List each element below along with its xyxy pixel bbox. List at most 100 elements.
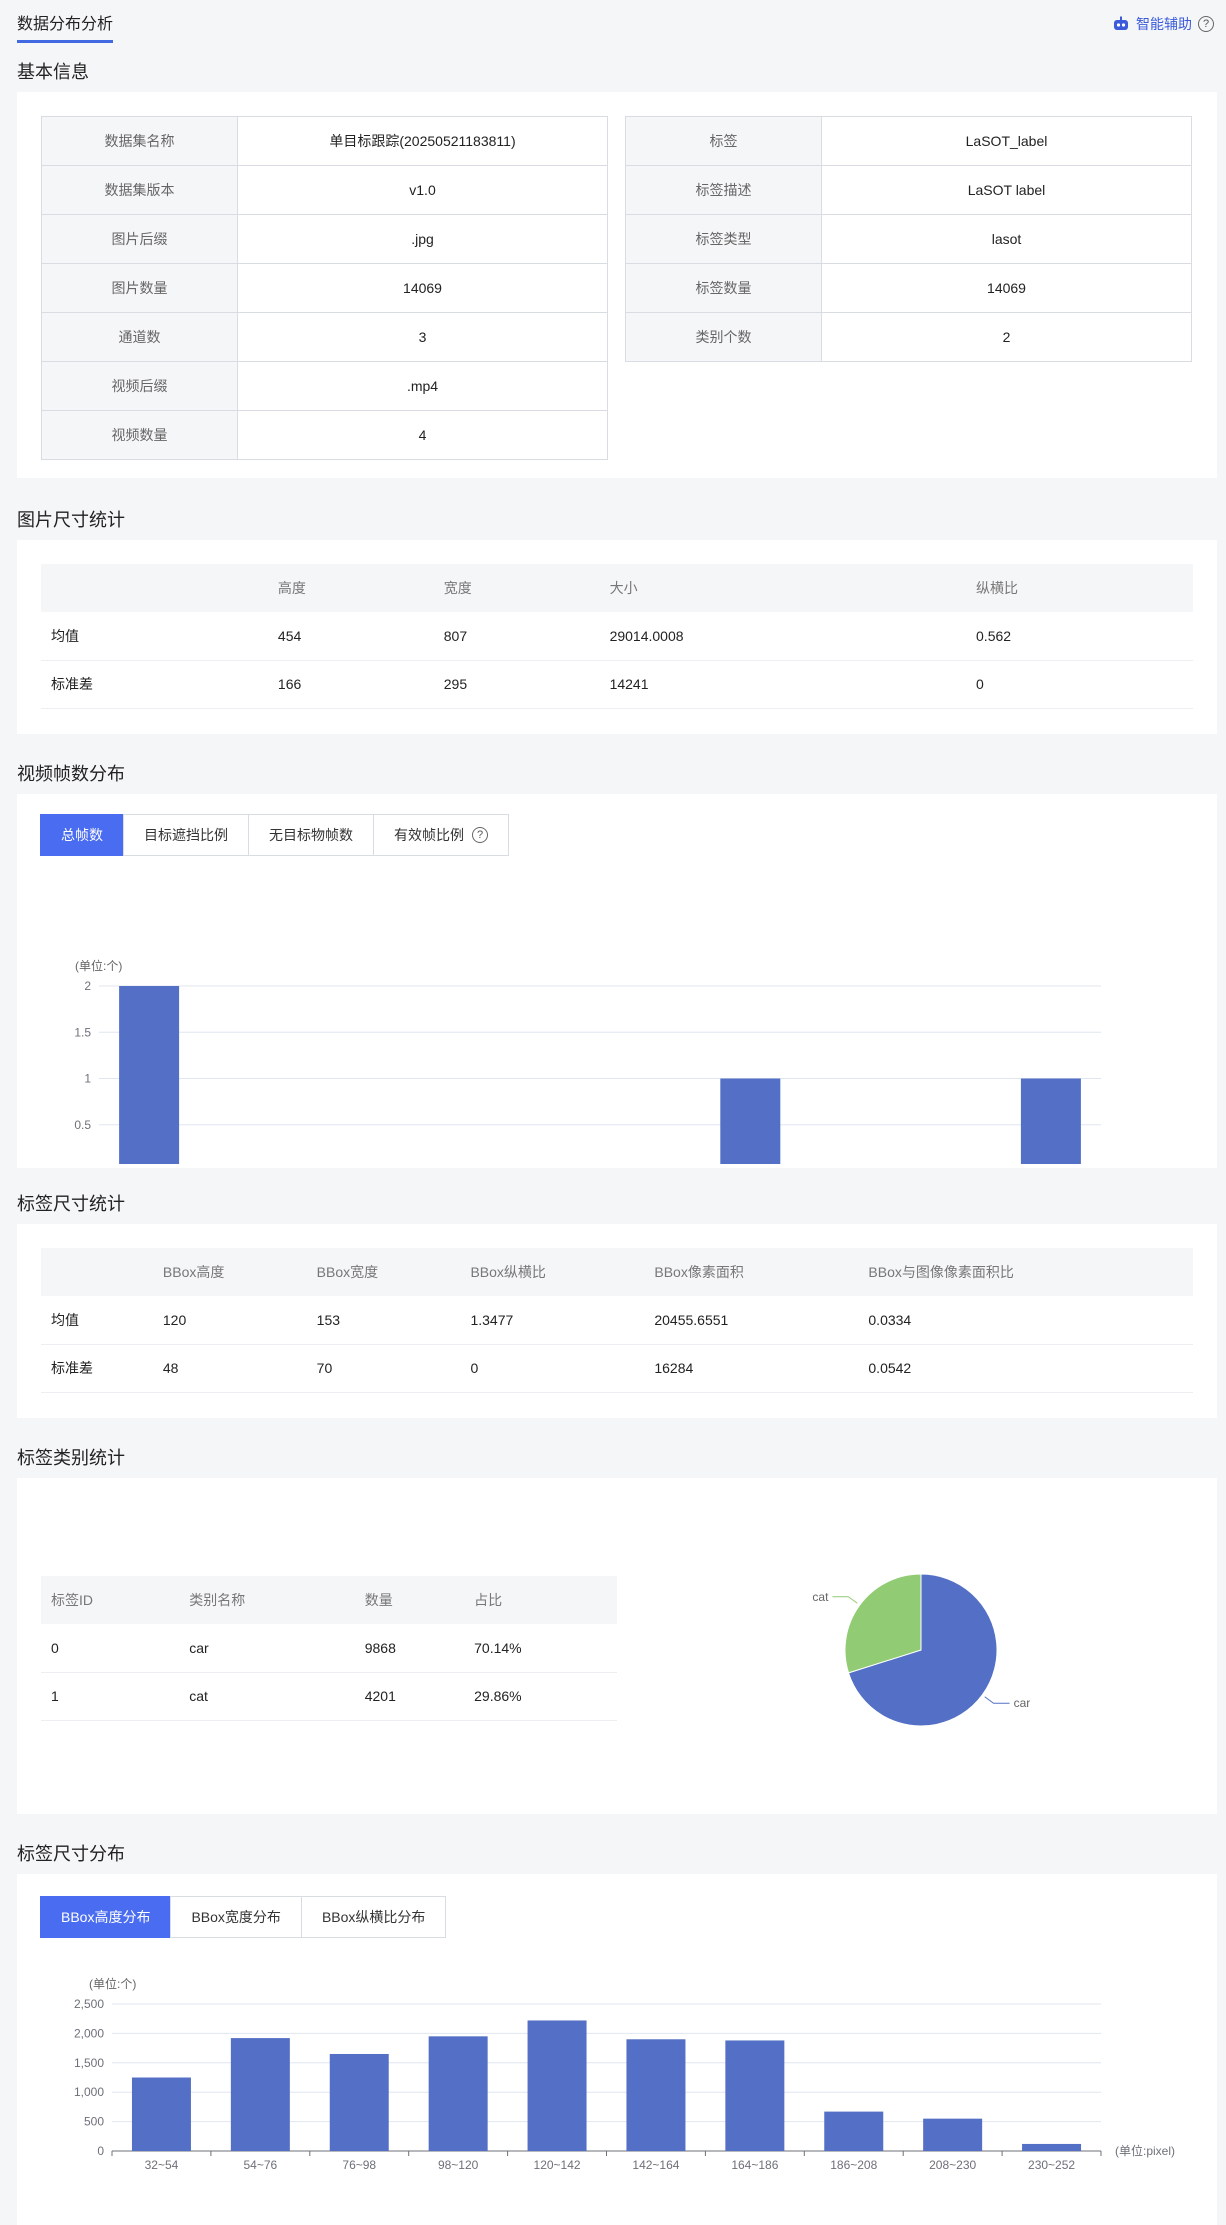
- label-dist-tabs: BBox高度分布 BBox宽度分布 BBox纵横比分布: [40, 1896, 447, 1938]
- bar[interactable]: [626, 2039, 686, 2151]
- y-tick-label: 0: [97, 2144, 104, 2158]
- y-tick-label: 2: [84, 979, 91, 993]
- info-key: 数据集版本: [41, 165, 238, 215]
- bar[interactable]: [230, 2038, 290, 2151]
- info-value: v1.0: [237, 165, 608, 215]
- info-value: .mp4: [237, 361, 608, 411]
- label-class-title: 标签类别统计: [17, 1448, 125, 1468]
- table-cell: 0.0334: [858, 1296, 1193, 1345]
- tab-bbox-height-dist[interactable]: BBox高度分布: [40, 1896, 172, 1938]
- x-unit-label: (单位:pixel): [1115, 1163, 1175, 1164]
- tab-valid-frame-ratio[interactable]: 有效帧比例 ?: [373, 814, 509, 856]
- pie-label: cat: [812, 1590, 829, 1604]
- bar[interactable]: [527, 2020, 587, 2151]
- info-key: 视频后缀: [41, 361, 238, 411]
- table-cell: 295: [433, 660, 600, 709]
- frames-title: 视频帧数分布: [17, 764, 125, 784]
- info-row: 图片数量 14069: [41, 263, 608, 313]
- tab-total-frames[interactable]: 总帧数: [40, 814, 124, 856]
- bar[interactable]: [131, 2077, 191, 2152]
- page-tab-data-distribution[interactable]: 数据分布分析: [17, 10, 114, 43]
- table-cell: 20455.6551: [644, 1296, 859, 1345]
- column-header: [41, 1248, 153, 1296]
- table-cell: 166: [267, 660, 434, 709]
- bar[interactable]: [329, 2053, 389, 2151]
- info-value: 14069: [821, 263, 1192, 313]
- x-tick-label: 32~54: [145, 2158, 179, 2172]
- column-header: BBox高度: [152, 1248, 307, 1296]
- table-cell: 48: [152, 1344, 307, 1393]
- help-icon[interactable]: ?: [1198, 16, 1214, 32]
- bar[interactable]: [725, 2040, 785, 2151]
- column-header: 占比: [464, 1576, 617, 1624]
- table-cell: 均值: [41, 1296, 153, 1345]
- robot-icon: [1114, 16, 1128, 30]
- x-tick-label: 164~186: [731, 2158, 778, 2172]
- image-size-title: 图片尺寸统计: [17, 510, 125, 530]
- info-row: 标签 LaSOT_label: [625, 116, 1192, 166]
- table-cell: 4201: [354, 1672, 465, 1721]
- image-size-table: 高度 宽度 大小 纵横比 均值 454 807 29014.0008 0.562 标准差 166 2…: [41, 564, 1193, 709]
- table-cell: 标准差: [41, 660, 268, 709]
- tab-no-target-frames[interactable]: 无目标物帧数: [248, 814, 374, 856]
- table-row: 标准差 166 295 14241 0: [41, 660, 1193, 709]
- smart-assist-button[interactable]: 智能辅助 ?: [1112, 14, 1214, 34]
- tab-bbox-width-dist[interactable]: BBox宽度分布: [170, 1896, 302, 1938]
- y-tick-label: 2,000: [74, 2026, 104, 2040]
- table-cell: 16284: [644, 1344, 859, 1393]
- pie-label-line: [984, 1696, 1010, 1704]
- table-cell: cat: [179, 1672, 355, 1721]
- label-size-title: 标签尺寸统计: [17, 1194, 125, 1214]
- info-value: 2: [821, 312, 1192, 362]
- x-tick-label: 186~208: [830, 2158, 877, 2172]
- bar[interactable]: [720, 1078, 781, 1165]
- info-value: 3: [237, 312, 608, 362]
- column-header: BBox像素面积: [644, 1248, 859, 1296]
- info-value: 单目标跟踪(20250521183811): [237, 116, 608, 166]
- bar[interactable]: [824, 2111, 884, 2151]
- help-icon[interactable]: ?: [472, 827, 488, 843]
- x-tick-label: 98~120: [438, 2158, 479, 2172]
- bar[interactable]: [923, 2118, 983, 2151]
- table-cell: 1: [41, 1672, 180, 1721]
- info-row: 标签描述 LaSOT label: [625, 165, 1192, 215]
- info-row: 标签类型 lasot: [625, 214, 1192, 264]
- y-tick-label: 1: [84, 1072, 91, 1086]
- bar[interactable]: [1022, 2143, 1082, 2151]
- table-cell: 0: [966, 660, 1193, 709]
- info-value: LaSOT_label: [821, 116, 1192, 166]
- info-value: 14069: [237, 263, 608, 313]
- info-value: lasot: [821, 214, 1192, 264]
- info-row: 数据集名称 单目标跟踪(20250521183811): [41, 116, 608, 166]
- table-cell: 29014.0008: [599, 612, 967, 661]
- label-class-card: 标签ID 类别名称 数量 占比 0 car 9868 70.14% 1 cat 4201 29.86…: [17, 1478, 1217, 1814]
- info-key: 图片后缀: [41, 214, 238, 264]
- info-key: 标签: [625, 116, 822, 166]
- bar[interactable]: [1020, 1078, 1081, 1165]
- info-row: 标签数量 14069: [625, 263, 1192, 313]
- x-tick-label: 54~76: [243, 2158, 277, 2172]
- bar[interactable]: [428, 2036, 488, 2151]
- basic-info-card: 数据集名称 单目标跟踪(20250521183811) 数据集版本 v1.0 图片后缀.…: [17, 92, 1217, 478]
- basic-info-table-right: 标签 LaSOT_label 标签描述 LaSOT label 标签类型 lasot 标签数…: [625, 116, 1192, 362]
- table-cell: car: [179, 1624, 355, 1673]
- pie-label-line: [832, 1596, 858, 1604]
- info-row: 通道数 3: [41, 312, 608, 362]
- frames-bar-chart: (单位:个)00.511.522046~23932393~27412741~30…: [74, 958, 1175, 1165]
- y-tick-label: 1,000: [74, 2085, 104, 2099]
- label-class-table: 标签ID 类别名称 数量 占比 0 car 9868 70.14% 1 cat 4201 29.86…: [41, 1576, 617, 1721]
- tab-occlusion-ratio[interactable]: 目标遮挡比例: [123, 814, 249, 856]
- table-cell: 均值: [41, 612, 268, 661]
- tab-bbox-aspect-dist[interactable]: BBox纵横比分布: [300, 1896, 447, 1938]
- label-dist-card: BBox高度分布 BBox宽度分布 BBox纵横比分布 (单位:个) 0 500 1,…: [17, 1874, 1217, 2225]
- info-row: 数据集版本 v1.0: [41, 165, 608, 215]
- table-cell: 0: [41, 1624, 180, 1673]
- label-class-pie-chart: car cat: [812, 1573, 1030, 1727]
- column-header: 数量: [354, 1576, 465, 1624]
- table-cell: 标准差: [41, 1344, 153, 1393]
- x-tick-label: 76~98: [342, 2158, 376, 2172]
- basic-info-table-left: 数据集名称 单目标跟踪(20250521183811) 数据集版本 v1.0 图片后缀.…: [41, 116, 608, 460]
- bar[interactable]: [119, 986, 180, 1164]
- basic-info-title: 基本信息: [17, 62, 89, 82]
- y-tick-label: 1,500: [74, 2056, 104, 2070]
